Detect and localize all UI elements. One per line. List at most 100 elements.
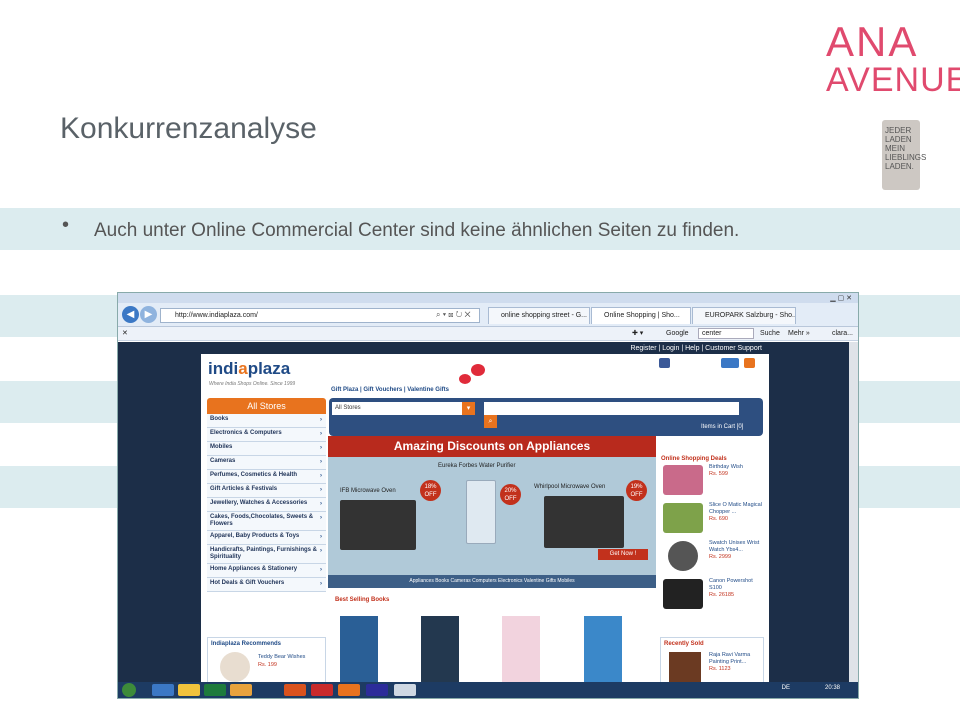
window-titlebar: ▁ ▢ ✕ bbox=[118, 293, 858, 303]
app-taskbar-icon[interactable] bbox=[394, 684, 416, 696]
store-item[interactable]: Cakes, Foods,Chocolates, Sweets & Flower… bbox=[207, 512, 326, 531]
store-item[interactable]: Home Appliances & Stationery › bbox=[207, 564, 326, 578]
recently-price: Rs. 1123 bbox=[709, 666, 731, 672]
gplus-icon[interactable] bbox=[721, 358, 739, 368]
indiaplaza-logo[interactable]: indiaplaza bbox=[208, 359, 290, 379]
deal-item[interactable]: Swatch Unisex Wrist Watch Ybs4... Rs. 299… bbox=[661, 538, 765, 576]
language-indicator[interactable]: DE bbox=[782, 685, 790, 691]
ie-taskbar-icon[interactable] bbox=[152, 684, 174, 696]
scrollbar[interactable] bbox=[849, 342, 858, 686]
store-select[interactable]: All Stores ▾ bbox=[332, 402, 475, 415]
gift-links[interactable]: Gift Plaza | Gift Vouchers | Valentine G… bbox=[331, 387, 449, 393]
slide-title: Konkurrenzanalyse bbox=[60, 112, 317, 145]
recently-text: Raja Ravi Varma Painting Print... Rs. 112… bbox=[709, 652, 763, 673]
store-item[interactable]: Hot Deals & Gift Vouchers › bbox=[207, 578, 326, 592]
more-button[interactable]: Mehr » bbox=[788, 329, 810, 339]
tag-line: MEIN bbox=[885, 144, 905, 153]
start-button[interactable] bbox=[122, 683, 136, 697]
store-item[interactable]: Apparel, Baby Products & Toys › bbox=[207, 531, 326, 545]
book-cover[interactable] bbox=[421, 616, 459, 688]
store-label: Jewellery, Watches & Accessories bbox=[210, 500, 308, 506]
deal-item[interactable]: Slice O Matic Magical Chopper ... Rs. 690 bbox=[661, 500, 765, 538]
stores-heading[interactable]: All Stores bbox=[207, 398, 326, 414]
tab-indiaplaza[interactable]: Online Shopping | Sho... bbox=[591, 307, 691, 324]
explorer-taskbar-icon[interactable] bbox=[178, 684, 200, 696]
store-label: Cakes, Foods,Chocolates, Sweets & Flower… bbox=[210, 514, 314, 527]
close-icon[interactable]: ✕ bbox=[122, 329, 128, 339]
excel-taskbar-icon[interactable] bbox=[204, 684, 226, 696]
facebook-icon[interactable] bbox=[659, 358, 670, 368]
forward-icon[interactable]: ▶ bbox=[140, 306, 157, 323]
window-controls[interactable]: ▁ ▢ ✕ bbox=[830, 294, 852, 302]
teddy-image[interactable] bbox=[220, 652, 250, 682]
tag-line: LIEBLINGS bbox=[885, 153, 927, 162]
store-item[interactable]: Handicrafts, Paintings, Furnishings & Sp… bbox=[207, 545, 326, 564]
photoshop-taskbar-icon[interactable] bbox=[366, 684, 388, 696]
recommend-name[interactable]: Teddy Bear Wishes bbox=[258, 654, 305, 660]
deal-image bbox=[663, 503, 703, 533]
store-item[interactable]: Cameras › bbox=[207, 456, 326, 470]
recommends-heading: Indiaplaza Recommends bbox=[211, 641, 282, 647]
deal-name: Slice O Matic Magical Chopper ... bbox=[709, 502, 762, 515]
page-content: indiaplaza Where India Shops Online. Sin… bbox=[201, 354, 769, 697]
blogger-icon[interactable] bbox=[744, 358, 755, 368]
search-button[interactable]: Suche bbox=[760, 329, 780, 339]
logo-part: indi bbox=[208, 359, 239, 378]
tab-google[interactable]: online shopping street - G... bbox=[488, 307, 590, 324]
address-bar[interactable]: http://www.indiaplaza.com/ bbox=[160, 308, 480, 323]
store-item[interactable]: Gift Articles & Festivals › bbox=[207, 484, 326, 498]
banner-heading: Amazing Discounts on Appliances bbox=[328, 436, 656, 457]
taskbar-clock[interactable]: 20:38 bbox=[825, 685, 840, 691]
google-label: Google bbox=[666, 330, 689, 337]
microwave-image bbox=[340, 500, 416, 550]
book-cover[interactable] bbox=[502, 616, 540, 688]
water-purifier-image bbox=[466, 480, 496, 544]
store-label: Cameras bbox=[210, 458, 236, 464]
address-tools-icon[interactable]: ⌕ ▾ ⊠ ↻ ✕ bbox=[436, 308, 471, 321]
store-label: Home Appliances & Stationery bbox=[210, 566, 298, 572]
store-item[interactable]: Mobiles › bbox=[207, 442, 326, 456]
recently-name[interactable]: Raja Ravi Varma Painting Print... bbox=[709, 652, 750, 665]
tab-europark[interactable]: EUROPARK Salzburg - Sho... bbox=[692, 307, 796, 324]
deal-price: Rs. 599 bbox=[709, 471, 728, 477]
appliance-banner[interactable]: Amazing Discounts on Appliances IFB Micr… bbox=[328, 436, 656, 588]
deal-text: Slice O Matic Magical Chopper ... Rs. 690 bbox=[709, 502, 765, 523]
pdf-taskbar-icon[interactable] bbox=[311, 684, 333, 696]
deal-text: Swatch Unisex Wrist Watch Ybs4... Rs. 299… bbox=[709, 540, 765, 561]
store-item[interactable]: Books › bbox=[207, 414, 326, 428]
logo-part: plaza bbox=[247, 359, 291, 378]
add-icon[interactable]: ✚ ▾ bbox=[632, 329, 643, 339]
store-label: Hot Deals & Gift Vouchers bbox=[210, 580, 285, 586]
back-icon[interactable]: ◀ bbox=[122, 306, 139, 323]
logo-line-2: AVENUE bbox=[826, 61, 960, 99]
store-item[interactable]: Electronics & Computers › bbox=[207, 428, 326, 442]
top-links[interactable]: Register | Login | Help | Customer Suppo… bbox=[630, 345, 762, 352]
banner-nav[interactable]: Appliances Books Cameras Computers Elect… bbox=[328, 575, 656, 588]
app-taskbar-icon[interactable] bbox=[338, 684, 360, 696]
deal-item[interactable]: Canon Powershot S100 Rs. 26185 bbox=[661, 576, 765, 614]
browser-toolbar: ◀ ▶ http://www.indiaplaza.com/ ⌕ ▾ ⊠ ↻ ✕… bbox=[118, 303, 858, 327]
discount-off: OFF bbox=[504, 496, 517, 502]
taskbar: DE 20:38 bbox=[118, 682, 858, 698]
deal-item[interactable]: Birthday Wish Rs. 599 bbox=[661, 462, 765, 500]
bullet-icon: • bbox=[62, 214, 70, 236]
get-now-button[interactable]: Get Now ! bbox=[598, 549, 648, 560]
paint-taskbar-icon[interactable] bbox=[230, 684, 252, 696]
store-item[interactable]: Jewellery, Watches & Accessories › bbox=[207, 498, 326, 512]
chevron-right-icon: › bbox=[320, 431, 322, 437]
book-cover[interactable] bbox=[584, 616, 622, 688]
heart-icon bbox=[471, 364, 485, 376]
powerpoint-taskbar-icon[interactable] bbox=[284, 684, 306, 696]
stores-menu: All Stores Books › Electronics & Computer… bbox=[207, 398, 326, 592]
book-cover[interactable] bbox=[340, 616, 378, 688]
search-input[interactable] bbox=[484, 402, 739, 415]
chevron-right-icon: › bbox=[320, 473, 322, 479]
chevron-right-icon: › bbox=[320, 515, 322, 521]
store-item[interactable]: Perfumes, Cosmetics & Health › bbox=[207, 470, 326, 484]
cart-link[interactable]: Items in Cart [0] bbox=[659, 419, 763, 436]
store-label: Books bbox=[210, 416, 229, 422]
search-icon[interactable]: ⌕ bbox=[484, 415, 497, 428]
google-search-input[interactable]: center bbox=[698, 328, 754, 339]
deal-name: Birthday Wish bbox=[709, 464, 743, 470]
user-label[interactable]: clara... bbox=[832, 329, 853, 339]
